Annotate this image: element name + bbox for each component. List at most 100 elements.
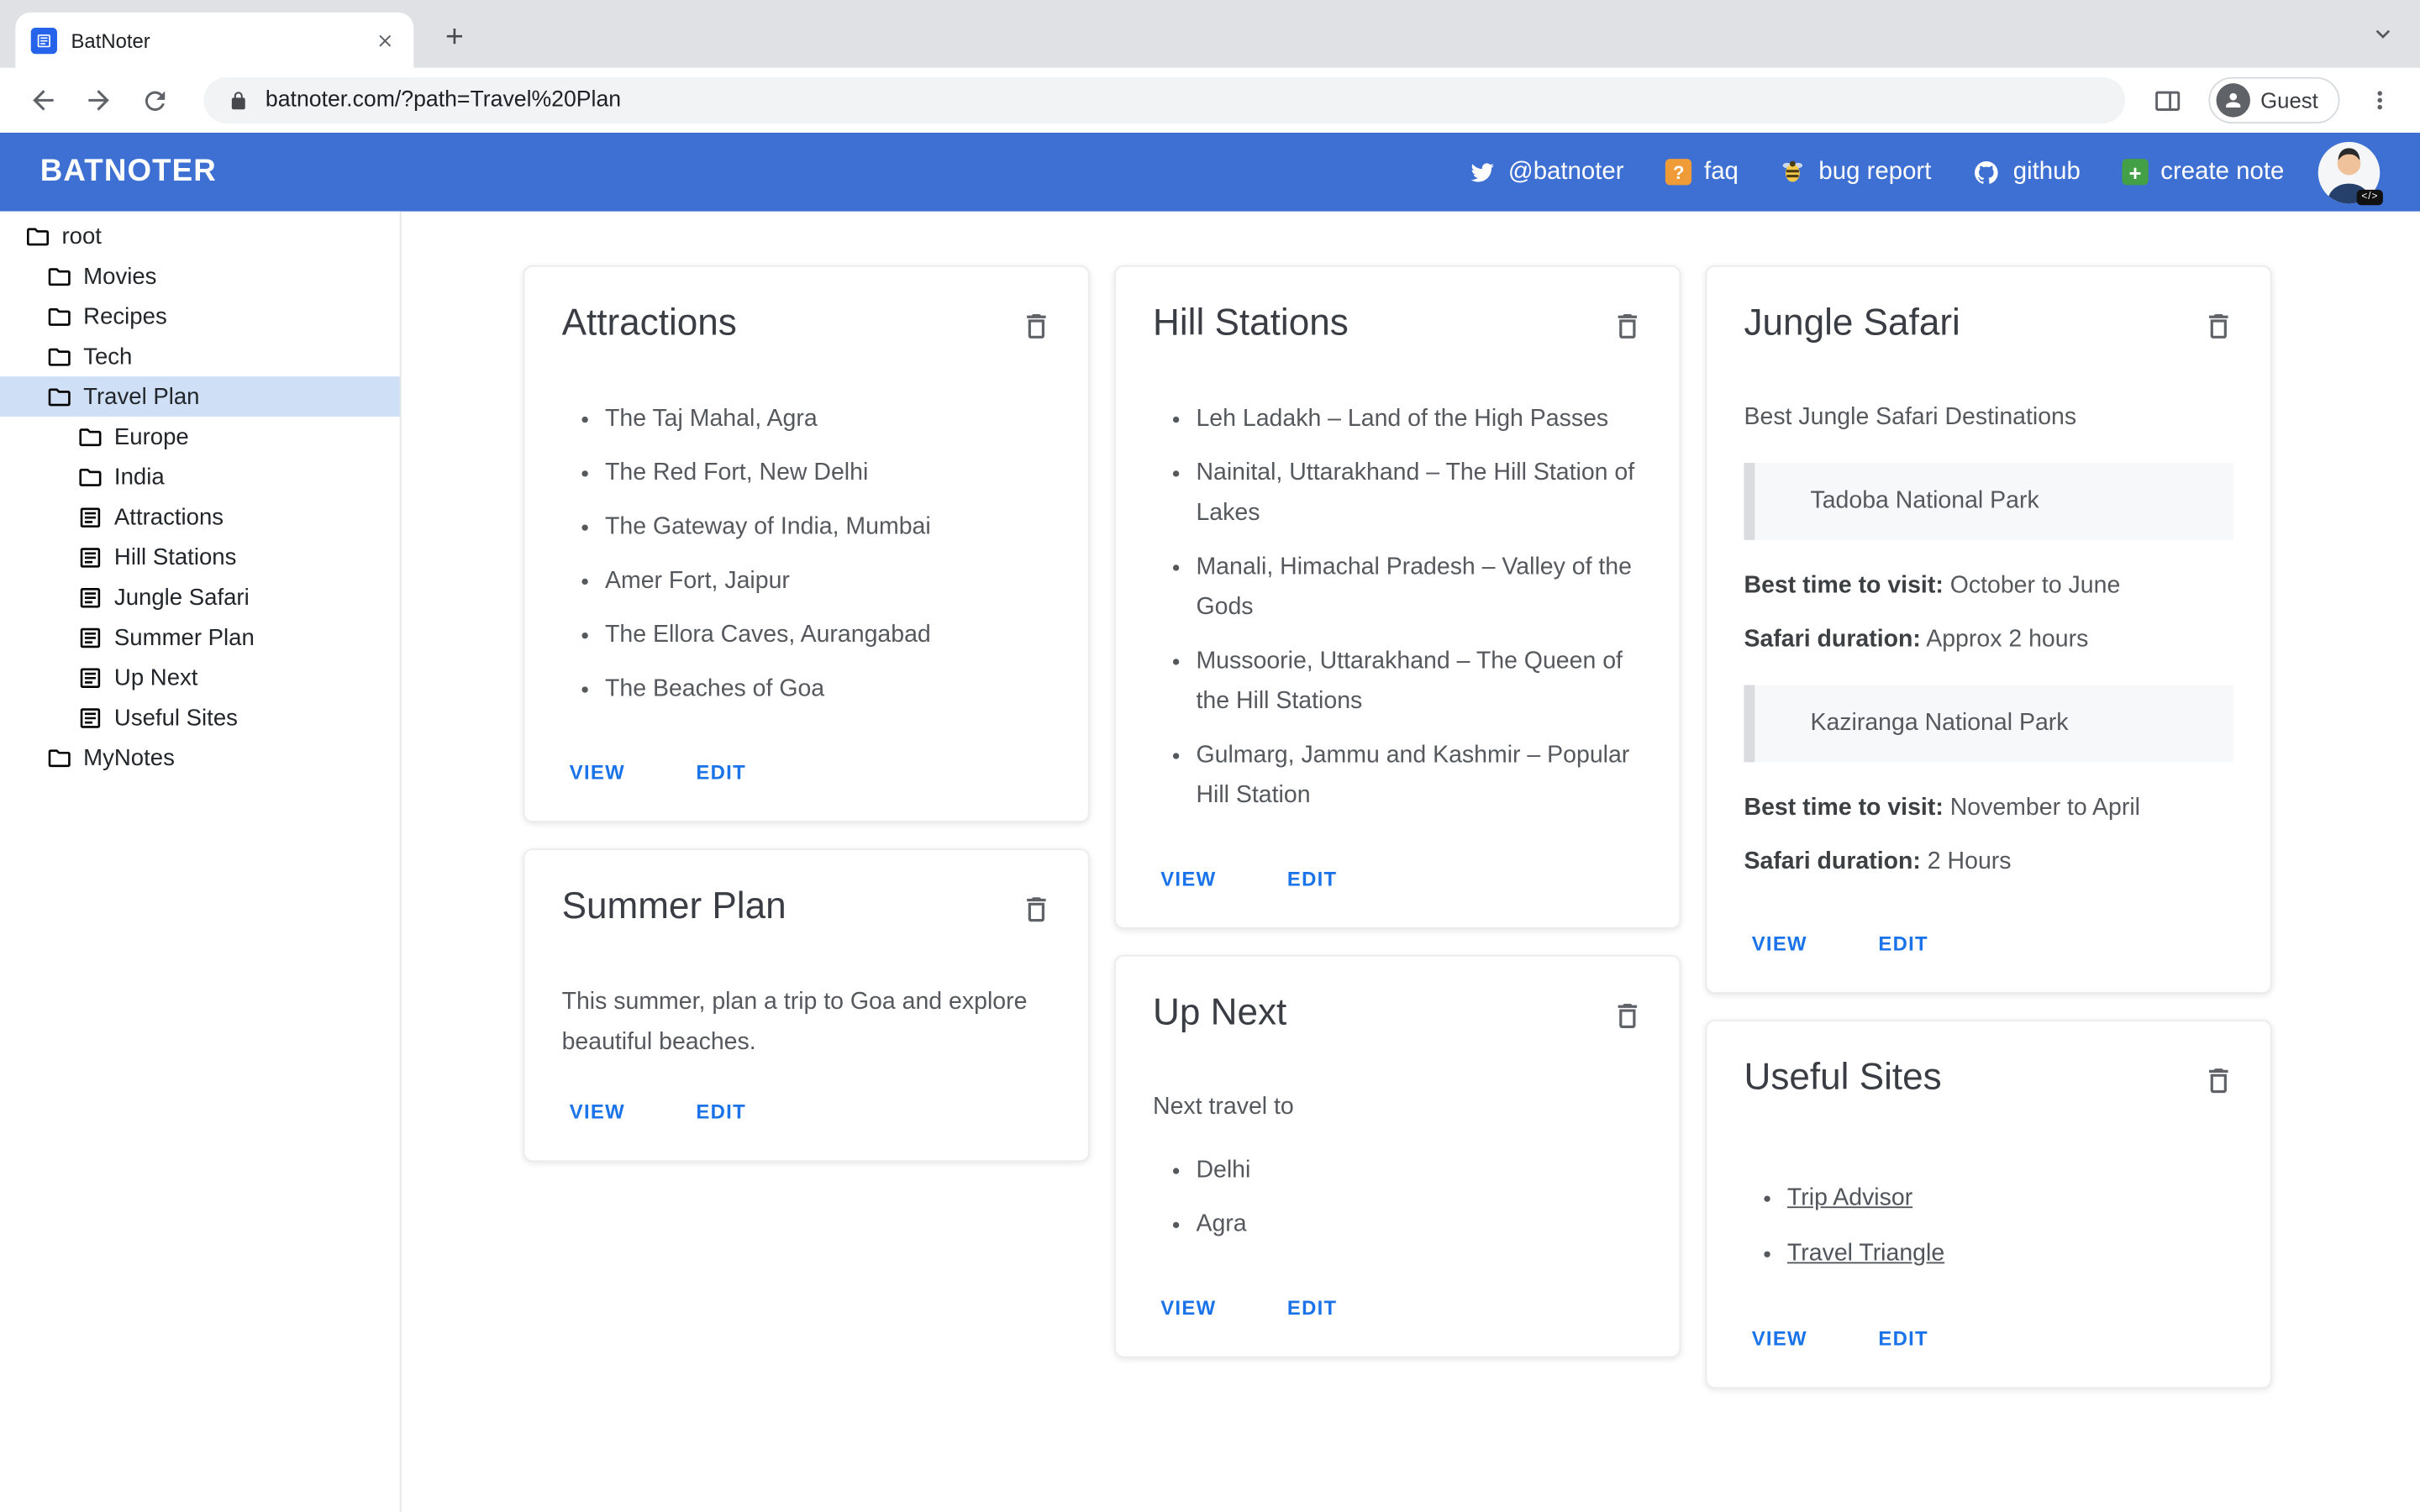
view-button[interactable]: VIEW: [560, 751, 634, 793]
file-tree-sidebar: root Movies Recipes Tech Travel Plan Eur…: [0, 211, 402, 1512]
list-item: Manali, Himachal Pradesh – Valley of the…: [1196, 548, 1642, 628]
card-title: Up Next: [1153, 992, 1287, 1034]
note-card-attractions: Attractions The Taj Mahal, Agra The Red …: [523, 265, 1090, 822]
best-time-row: Best time to visit: October to June: [1744, 572, 2121, 599]
delete-note-icon[interactable]: [1608, 997, 1645, 1034]
list-item: Travel Triangle: [1787, 1234, 2233, 1274]
delete-note-icon[interactable]: [2199, 1062, 2236, 1099]
reload-button[interactable]: [133, 79, 176, 122]
sidebar-item-root[interactable]: root: [0, 216, 400, 256]
edit-button[interactable]: EDIT: [687, 1091, 755, 1133]
note-icon: [77, 584, 103, 610]
app-header: BATNOTER @batnoter ? faq bug report gith…: [0, 132, 2420, 212]
tab-close-icon[interactable]: [371, 26, 398, 54]
folder-icon: [77, 464, 103, 490]
list-item: The Red Fort, New Delhi: [605, 454, 1051, 494]
sidebar-item-summer-plan[interactable]: Summer Plan: [0, 617, 400, 658]
address-bar[interactable]: batnoter.com/?path=Travel%20Plan: [203, 76, 2125, 123]
delete-note-icon[interactable]: [2199, 307, 2236, 344]
sidebar-item-hill-stations[interactable]: Hill Stations: [0, 537, 400, 577]
code-badge-icon: </>: [2356, 188, 2383, 205]
nav-create-note[interactable]: + create note: [2122, 158, 2284, 186]
profile-chip[interactable]: Guest: [2207, 76, 2340, 123]
note-card-summer-plan: Summer Plan This summer, plan a trip to …: [523, 848, 1090, 1163]
sidebar-item-travel-plan[interactable]: Travel Plan: [0, 376, 400, 417]
sidebar-item-recipes[interactable]: Recipes: [0, 297, 400, 337]
folder-icon: [24, 223, 50, 249]
forward-button[interactable]: [77, 79, 120, 122]
new-tab-button[interactable]: [435, 17, 472, 54]
folder-icon: [46, 303, 72, 329]
github-icon: [1973, 158, 2001, 186]
note-icon: [77, 543, 103, 570]
note-intro-text: Next travel to: [1153, 1094, 1294, 1121]
external-link-travel-triangle[interactable]: Travel Triangle: [1787, 1241, 1944, 1267]
list-item: Leh Ladakh – Land of the High Passes: [1196, 400, 1642, 440]
edit-button[interactable]: EDIT: [687, 751, 755, 793]
guest-avatar-icon: [2215, 83, 2250, 118]
nav-bug-report[interactable]: bug report: [1780, 158, 1931, 186]
view-button[interactable]: VIEW: [1151, 858, 1225, 900]
bee-icon: [1780, 159, 1806, 185]
note-body-text: This summer, plan a trip to Goa and expl…: [561, 989, 1028, 1056]
note-card-up-next: Up Next Next travel to Delhi Agra VIEW E…: [1114, 954, 1681, 1358]
side-panel-icon[interactable]: [2146, 79, 2189, 122]
blockquote-park-name: Kaziranga National Park: [1744, 685, 2233, 763]
sidebar-item-jungle-safari[interactable]: Jungle Safari: [0, 577, 400, 617]
list-item: Delhi: [1196, 1151, 1642, 1191]
view-button[interactable]: VIEW: [1743, 922, 1817, 964]
view-button[interactable]: VIEW: [1743, 1318, 1817, 1360]
back-button[interactable]: [22, 79, 65, 122]
delete-note-icon[interactable]: [1017, 307, 1054, 344]
sidebar-item-useful-sites[interactable]: Useful Sites: [0, 697, 400, 738]
folder-icon: [77, 423, 103, 449]
sidebar-item-attractions[interactable]: Attractions: [0, 496, 400, 537]
nav-faq[interactable]: ? faq: [1665, 158, 1739, 186]
nav-twitter[interactable]: @batnoter: [1470, 158, 1624, 186]
external-link-trip-advisor[interactable]: Trip Advisor: [1787, 1185, 1912, 1211]
view-button[interactable]: VIEW: [560, 1091, 634, 1133]
tab-overview-chevron-icon[interactable]: [2365, 15, 2402, 52]
edit-button[interactable]: EDIT: [1869, 1318, 1938, 1360]
delete-note-icon[interactable]: [1017, 890, 1054, 927]
browser-tab[interactable]: BatNoter: [15, 12, 414, 68]
sidebar-item-europe[interactable]: Europe: [0, 417, 400, 457]
header-nav: @batnoter ? faq bug report github + crea…: [1470, 158, 2284, 186]
view-button[interactable]: VIEW: [1151, 1287, 1225, 1329]
user-avatar[interactable]: </>: [2317, 141, 2383, 205]
url-text: batnoter.com/?path=Travel%20Plan: [265, 87, 622, 113]
faq-icon: ?: [1665, 159, 1692, 186]
note-icon: [77, 704, 103, 730]
folder-icon: [46, 744, 72, 770]
list-item: Gulmarg, Jammu and Kashmir – Popular Hil…: [1196, 736, 1642, 816]
sidebar-item-mynotes[interactable]: MyNotes: [0, 738, 400, 778]
app-brand[interactable]: BATNOTER: [40, 155, 217, 190]
list-item: Agra: [1196, 1205, 1642, 1245]
card-title: Useful Sites: [1744, 1057, 1942, 1099]
up-next-list: Delhi Agra: [1153, 1151, 1642, 1245]
browser-menu-kebab-icon[interactable]: [2359, 79, 2402, 122]
batnoter-favicon-icon: [30, 27, 57, 54]
delete-note-icon[interactable]: [1608, 307, 1645, 344]
edit-button[interactable]: EDIT: [1869, 922, 1938, 964]
create-note-icon: +: [2122, 159, 2149, 186]
list-item: Trip Advisor: [1787, 1179, 2233, 1219]
sidebar-item-tech[interactable]: Tech: [0, 336, 400, 376]
edit-button[interactable]: EDIT: [1278, 1287, 1347, 1329]
nav-github[interactable]: github: [1973, 158, 2081, 186]
list-item: The Ellora Caves, Aurangabad: [605, 616, 1051, 656]
list-item: Mussoorie, Uttarakhand – The Queen of th…: [1196, 642, 1642, 722]
browser-window: BatNoter batnoter.com/?path=Travel%20Pla…: [0, 0, 2420, 1512]
sidebar-item-india[interactable]: India: [0, 457, 400, 497]
tab-title: BatNoter: [71, 28, 150, 52]
best-time-row: Best time to visit: November to April: [1744, 794, 2140, 822]
edit-button[interactable]: EDIT: [1278, 858, 1347, 900]
list-item: Amer Fort, Jaipur: [605, 562, 1051, 602]
attractions-list: The Taj Mahal, Agra The Red Fort, New De…: [562, 400, 1051, 710]
guest-label: Guest: [2260, 87, 2318, 113]
sidebar-item-movies[interactable]: Movies: [0, 256, 400, 297]
twitter-icon: [1470, 159, 1496, 185]
folder-icon: [46, 344, 72, 370]
sidebar-item-up-next[interactable]: Up Next: [0, 657, 400, 697]
note-icon: [77, 664, 103, 690]
